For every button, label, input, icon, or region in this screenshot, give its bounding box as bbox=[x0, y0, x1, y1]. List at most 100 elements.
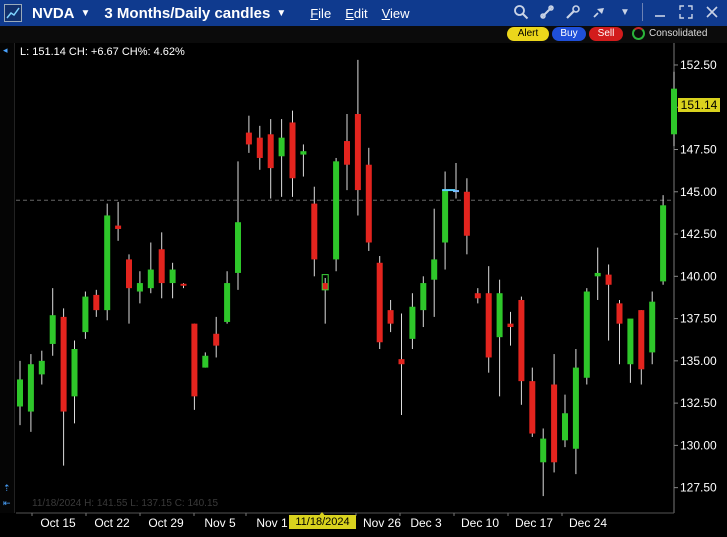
candle-body bbox=[540, 438, 547, 463]
candle-body bbox=[594, 272, 601, 277]
candle-body bbox=[496, 293, 503, 338]
candle-body bbox=[60, 316, 67, 412]
data-feed-selector[interactable]: Consolidated bbox=[632, 27, 707, 40]
candle-body bbox=[638, 310, 645, 370]
time-tick-label: Nov 5 bbox=[204, 516, 236, 530]
menu-file[interactable]: File bbox=[310, 6, 331, 21]
window-controls: ▼ bbox=[512, 3, 721, 21]
candle-body bbox=[420, 283, 427, 311]
date-cursor-label: 11/18/2024 bbox=[289, 515, 356, 529]
period-selector[interactable]: 3 Months/Daily candles bbox=[104, 5, 270, 22]
candle-body bbox=[202, 355, 209, 368]
candle-body bbox=[49, 315, 56, 344]
collapse-arrow-icon[interactable]: ◂ bbox=[3, 45, 8, 56]
candle-body bbox=[660, 205, 667, 282]
chart-left-strip bbox=[0, 43, 15, 513]
candle-body bbox=[671, 88, 677, 135]
drawing-tools-icon[interactable]: ⇡ bbox=[3, 483, 11, 494]
search-chart-icon[interactable] bbox=[512, 3, 530, 21]
menu-view[interactable]: View bbox=[382, 6, 410, 21]
price-tick-label: 127.50 bbox=[680, 481, 717, 495]
symbol-selector[interactable]: NVDA bbox=[32, 5, 75, 22]
candle-body bbox=[485, 293, 492, 358]
pin-icon[interactable] bbox=[590, 3, 608, 21]
candle-body bbox=[267, 134, 274, 169]
price-tick-label: 152.50 bbox=[680, 58, 717, 72]
candle-body bbox=[463, 191, 470, 236]
price-tick-label: 137.50 bbox=[680, 312, 717, 326]
candle-body bbox=[38, 360, 45, 375]
candle-body bbox=[398, 359, 405, 365]
candle-body bbox=[213, 333, 220, 346]
candle-body bbox=[333, 161, 340, 260]
candle-body bbox=[551, 384, 558, 463]
price-tick-label: 145.00 bbox=[680, 185, 717, 199]
price-tick-label: 135.00 bbox=[680, 354, 717, 368]
candle-body bbox=[442, 190, 449, 243]
time-tick-label: Nov 26 bbox=[363, 516, 401, 530]
price-tick-label: 147.50 bbox=[680, 143, 717, 157]
candle-body bbox=[82, 296, 89, 333]
time-tick-label: Dec 10 bbox=[461, 516, 499, 530]
time-tick-label: Dec 3 bbox=[410, 516, 442, 530]
candle-body bbox=[344, 141, 350, 165]
maximize-icon[interactable] bbox=[677, 3, 695, 21]
alert-button[interactable]: Alert bbox=[507, 27, 549, 41]
candle-body bbox=[278, 137, 285, 157]
candle-body bbox=[126, 259, 132, 289]
candlestick-chart-svg[interactable]: 127.50 130.00 132.50 135.00 137.50 140.00 142.… bbox=[0, 43, 727, 537]
period-dropdown-chevron-icon[interactable]: ▼ bbox=[276, 8, 286, 19]
candle-body bbox=[474, 293, 481, 299]
price-tick-label: 142.50 bbox=[680, 227, 717, 241]
candle-body bbox=[605, 274, 612, 285]
time-tick-label: Dec 17 bbox=[515, 516, 553, 530]
sell-button[interactable]: Sell bbox=[589, 27, 623, 41]
candle-body bbox=[300, 151, 307, 155]
candle-body bbox=[115, 225, 122, 229]
time-tick-label: Oct 15 bbox=[40, 516, 76, 530]
buy-button[interactable]: Buy bbox=[552, 27, 586, 41]
time-tick-label: Oct 22 bbox=[94, 516, 130, 530]
candle-body bbox=[256, 137, 263, 158]
candle-body bbox=[93, 294, 100, 311]
time-tick-label: Dec 24 bbox=[569, 516, 607, 530]
minimize-icon[interactable] bbox=[651, 3, 669, 21]
candle-body bbox=[507, 323, 514, 328]
candle-body bbox=[322, 283, 329, 290]
menu-edit[interactable]: Edit bbox=[345, 6, 367, 21]
candle-body bbox=[562, 413, 568, 441]
chart-app-icon bbox=[4, 4, 22, 22]
price-tick-label: 130.00 bbox=[680, 438, 717, 452]
candle-body bbox=[311, 203, 318, 260]
price-chart[interactable]: ◂ ⇡ ⇤ 127.50 130.00 132.50 135.00 137.50 140.… bbox=[0, 43, 727, 537]
candle-body bbox=[180, 283, 187, 286]
candle-body bbox=[104, 215, 111, 311]
candle-body bbox=[191, 323, 198, 397]
candle-body bbox=[649, 301, 656, 353]
close-icon[interactable] bbox=[703, 3, 721, 21]
candle-body bbox=[616, 303, 623, 324]
chevron-down-icon[interactable]: ▼ bbox=[616, 3, 634, 21]
symbol-dropdown-chevron-icon[interactable]: ▼ bbox=[81, 8, 91, 19]
candle-body bbox=[235, 222, 241, 273]
trading-toolbar: Alert Buy Sell Consolidated bbox=[0, 26, 727, 43]
candle-body bbox=[169, 269, 176, 284]
candle-body bbox=[376, 262, 383, 343]
candle-body bbox=[409, 306, 416, 339]
time-tick-label: Oct 29 bbox=[148, 516, 184, 530]
candle-body bbox=[518, 299, 525, 382]
candle-body bbox=[627, 318, 634, 365]
candle-body bbox=[583, 291, 590, 378]
candle-body bbox=[245, 132, 252, 145]
link-icon[interactable] bbox=[538, 3, 556, 21]
refresh-icon bbox=[632, 27, 645, 40]
candle-body bbox=[354, 114, 361, 191]
hover-info-readout: 11/18/2024 H: 141.55 L: 137.15 C: 140.15 bbox=[32, 498, 219, 509]
wrench-icon[interactable] bbox=[564, 3, 582, 21]
candle-body bbox=[224, 283, 231, 322]
price-tick-label: 140.00 bbox=[680, 269, 717, 283]
cursor-tool-icon[interactable]: ⇤ bbox=[3, 498, 11, 509]
price-tick-label: 132.50 bbox=[680, 396, 717, 410]
candle-body bbox=[147, 269, 154, 289]
last-price-flag: 151.14 bbox=[678, 98, 720, 112]
